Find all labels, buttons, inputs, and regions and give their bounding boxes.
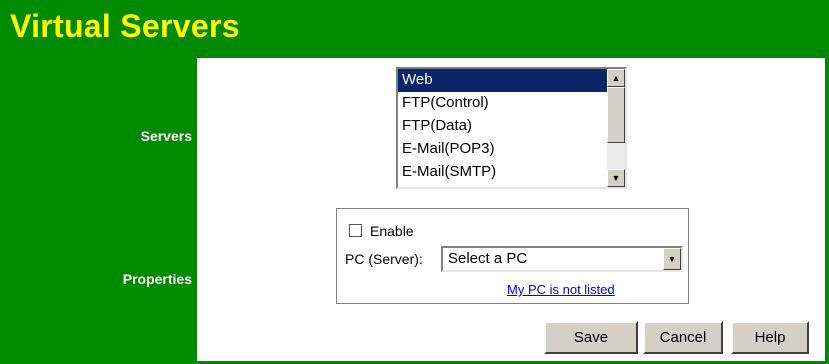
listbox-scrollbar[interactable]: ▲ ▼ bbox=[607, 69, 625, 187]
chevron-down-icon[interactable]: ▼ bbox=[663, 248, 681, 270]
properties-panel: Enable PC (Server): Select a PC ▼ My PC … bbox=[336, 208, 689, 304]
servers-label: Servers bbox=[140, 128, 192, 144]
help-button[interactable]: Help bbox=[731, 321, 809, 354]
enable-label: Enable bbox=[370, 223, 414, 239]
enable-row: Enable bbox=[349, 223, 414, 239]
list-item-email-smtp[interactable]: E-Mail(SMTP) bbox=[398, 161, 607, 184]
cancel-button[interactable]: Cancel bbox=[643, 321, 723, 354]
right-frame bbox=[825, 58, 829, 364]
enable-checkbox[interactable] bbox=[349, 224, 362, 237]
scroll-up-arrow-icon[interactable]: ▲ bbox=[607, 69, 625, 87]
pc-select[interactable]: Select a PC ▼ bbox=[441, 246, 683, 272]
scroll-thumb[interactable] bbox=[607, 87, 625, 143]
list-item-email-pop3[interactable]: E-Mail(POP3) bbox=[398, 138, 607, 161]
list-item-web[interactable]: Web bbox=[398, 69, 607, 92]
label-column: Servers Properties bbox=[0, 58, 197, 364]
list-item-ftp-control[interactable]: FTP(Control) bbox=[398, 92, 607, 115]
header-bar: Virtual Servers bbox=[0, 0, 829, 58]
pc-select-value: Select a PC bbox=[448, 250, 528, 267]
servers-listbox[interactable]: Web FTP(Control) FTP(Data) E-Mail(POP3) … bbox=[396, 67, 627, 189]
pc-server-label: PC (Server): bbox=[345, 251, 423, 267]
properties-label: Properties bbox=[122, 271, 192, 287]
list-item-ftp-data[interactable]: FTP(Data) bbox=[398, 115, 607, 138]
page-title: Virtual Servers bbox=[10, 8, 240, 44]
pc-not-listed-link[interactable]: My PC is not listed bbox=[507, 282, 615, 297]
save-button[interactable]: Save bbox=[544, 321, 638, 354]
scroll-down-arrow-icon[interactable]: ▼ bbox=[607, 169, 625, 187]
servers-list: Web FTP(Control) FTP(Data) E-Mail(POP3) … bbox=[398, 69, 607, 187]
